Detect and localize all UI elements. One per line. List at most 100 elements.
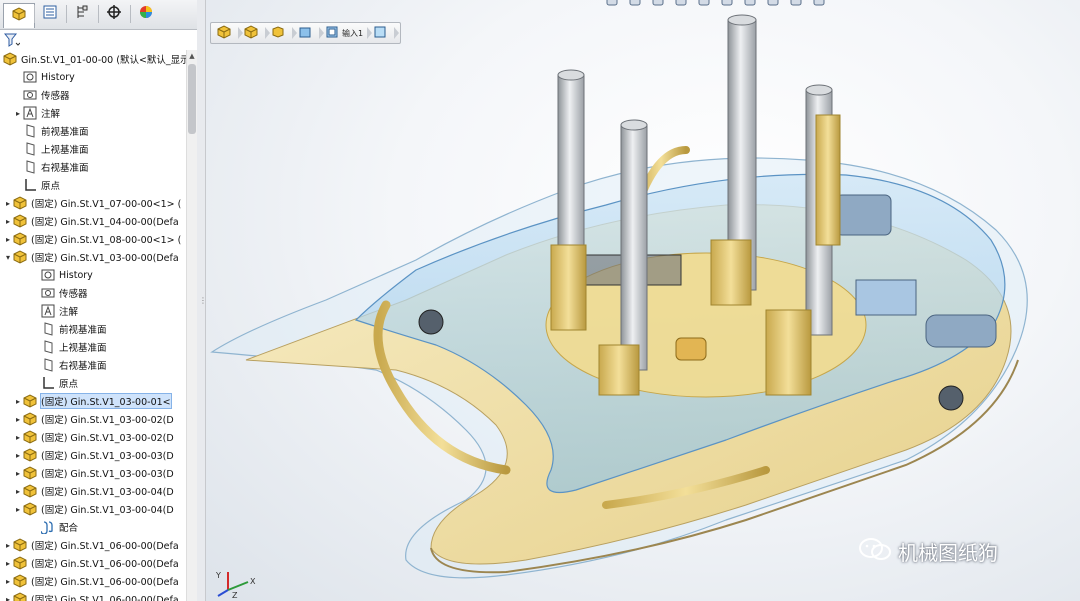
- svg-text:Z: Z: [232, 591, 238, 598]
- tree-row[interactable]: 上视基准面: [32, 338, 107, 356]
- tree-row[interactable]: ▾ (固定) Gin.St.V1_03-00-00(Defa: [4, 248, 179, 266]
- expand-arrow-icon[interactable]: ▸: [4, 559, 12, 568]
- tree-row[interactable]: ▸ (固定) Gin.St.V1_06-00-00(Defa: [4, 536, 179, 554]
- tree-row[interactable]: 右视基准面: [32, 356, 107, 374]
- assembly-icon: [12, 537, 28, 553]
- expand-arrow-icon[interactable]: ▾: [4, 253, 12, 262]
- origin-icon: [22, 177, 38, 193]
- tree-row[interactable]: 右视基准面: [14, 158, 89, 176]
- breadcrumb-item[interactable]: [370, 25, 400, 41]
- expand-arrow-icon[interactable]: ▸: [14, 415, 22, 424]
- tree-row-label: (固定) Gin.St.V1_03-00-00(Defa: [31, 253, 179, 264]
- tab-dimxpert-manager[interactable]: [99, 3, 129, 25]
- configuration-manager-icon: [74, 4, 90, 24]
- tree-row-label: 前视基准面: [59, 325, 107, 336]
- zoom-fit-icon[interactable]: [604, 0, 620, 8]
- assembly-icon: [22, 393, 38, 409]
- tree-row[interactable]: ▸ (固定) Gin.St.V1_03-00-01<: [14, 392, 172, 410]
- expand-arrow-icon[interactable]: ▸: [4, 595, 12, 601]
- tab-display-manager[interactable]: [131, 3, 161, 25]
- tree-row[interactable]: ▸ (固定) Gin.St.V1_03-00-02(D: [14, 428, 174, 446]
- filter-icon[interactable]: [3, 32, 21, 52]
- display-style-icon[interactable]: [719, 0, 735, 8]
- breadcrumb-item[interactable]: [214, 25, 243, 41]
- selection-breadcrumb: 输入1: [210, 22, 402, 44]
- tree-row[interactable]: 传感器: [14, 86, 70, 104]
- edit-appearance-icon[interactable]: [765, 0, 781, 8]
- tree-row[interactable]: ▸ (固定) Gin.St.V1_03-00-04(D: [14, 482, 174, 500]
- expand-arrow-icon[interactable]: ▸: [4, 541, 12, 550]
- expand-arrow-icon[interactable]: ▸: [14, 505, 22, 514]
- section-view-icon[interactable]: [673, 0, 689, 8]
- tree-row[interactable]: 原点: [32, 374, 78, 392]
- scroll-thumb[interactable]: [188, 64, 196, 134]
- expand-arrow-icon[interactable]: ▸: [14, 433, 22, 442]
- tree-row[interactable]: 前视基准面: [14, 122, 89, 140]
- view-orientation-icon[interactable]: [696, 0, 712, 8]
- tree-filter-row: [0, 30, 197, 50]
- display-manager-icon: [138, 4, 154, 24]
- previous-view-icon[interactable]: [650, 0, 666, 8]
- breadcrumb-item[interactable]: [295, 25, 324, 41]
- tree-row[interactable]: 上视基准面: [14, 140, 89, 158]
- tree-row[interactable]: ▸ (固定) Gin.St.V1_03-00-02(D: [14, 410, 174, 428]
- plane-icon: [40, 357, 56, 373]
- tree-row[interactable]: History: [32, 266, 93, 284]
- expand-arrow-icon[interactable]: ▸: [14, 451, 22, 460]
- tree-row[interactable]: ▸ (固定) Gin.St.V1_03-00-04(D: [14, 500, 174, 518]
- expand-arrow-icon[interactable]: ▸: [14, 487, 22, 496]
- tree-row[interactable]: ▸ (固定) Gin.St.V1_04-00-00(Defa: [4, 212, 179, 230]
- zoom-area-icon[interactable]: [627, 0, 643, 8]
- tree-row[interactable]: 配合: [32, 518, 78, 536]
- origin-icon: [40, 375, 56, 391]
- robot-chassis-model[interactable]: [206, 0, 1080, 601]
- tree-row[interactable]: Gin.St.V1_01-00-00 (默认<默认_显示: [2, 50, 190, 68]
- tree-row[interactable]: History: [14, 68, 75, 86]
- scroll-up-arrow-icon[interactable]: ▲: [187, 50, 197, 62]
- expand-arrow-icon[interactable]: ▸: [14, 397, 22, 406]
- splitter-grip-icon[interactable]: ⋮: [199, 296, 207, 310]
- tree-row[interactable]: 传感器: [32, 284, 88, 302]
- tab-feature-manager[interactable]: [3, 3, 35, 28]
- tree-row-label: History: [41, 71, 75, 83]
- tree-row[interactable]: ▸ 注解: [14, 104, 60, 122]
- apply-scene-icon[interactable]: [788, 0, 804, 8]
- tree-row[interactable]: ▸ (固定) Gin.St.V1_03-00-03(D: [14, 464, 174, 482]
- breadcrumb-item[interactable]: 输入1: [322, 25, 373, 41]
- assembly-icon: [12, 591, 28, 601]
- tree-row[interactable]: ▸ (固定) Gin.St.V1_06-00-00(Defa: [4, 572, 179, 590]
- tree-row-label: (固定) Gin.St.V1_03-00-02(D: [41, 415, 174, 426]
- tree-row[interactable]: ▸ (固定) Gin.St.V1_06-00-00(Defa: [4, 554, 179, 572]
- sensor-icon: [40, 285, 56, 301]
- tree-row[interactable]: ▸ (固定) Gin.St.V1_07-00-00<1> (: [4, 194, 181, 212]
- watermark-text: 机械图纸狗: [898, 541, 998, 565]
- expand-arrow-icon[interactable]: ▸: [4, 577, 12, 586]
- watermark: 机械图纸狗: [858, 537, 998, 566]
- expand-arrow-icon[interactable]: ▸: [4, 235, 12, 244]
- breadcrumb-item[interactable]: [268, 25, 297, 41]
- expand-arrow-icon[interactable]: ▸: [4, 199, 12, 208]
- expand-arrow-icon[interactable]: ▸: [4, 217, 12, 226]
- plane-icon: [22, 159, 38, 175]
- expand-arrow-icon[interactable]: ▸: [14, 109, 22, 118]
- tree-row[interactable]: ▸ (固定) Gin.St.V1_03-00-03(D: [14, 446, 174, 464]
- graphics-viewport[interactable]: 输入1 Y X Z 机械图纸狗: [206, 0, 1080, 601]
- tree-row[interactable]: ▸ (固定) Gin.St.V1_06-00-00(Defa: [4, 590, 179, 601]
- tab-configuration-manager[interactable]: [67, 3, 97, 25]
- panel-splitter[interactable]: ⋮: [197, 0, 207, 601]
- annotation-icon: [22, 105, 38, 121]
- tree-row-label: Gin.St.V1_01-00-00 (默认<默认_显示: [21, 55, 190, 66]
- tree-row[interactable]: 注解: [32, 302, 78, 320]
- tree-row[interactable]: 原点: [14, 176, 60, 194]
- tree-row[interactable]: 前视基准面: [32, 320, 107, 338]
- expand-arrow-icon[interactable]: ▸: [14, 469, 22, 478]
- tab-property-manager[interactable]: [35, 3, 65, 25]
- assembly-icon: [12, 231, 28, 247]
- breadcrumb-item[interactable]: [241, 25, 270, 41]
- view-settings-icon[interactable]: [811, 0, 827, 8]
- tree-scrollbar[interactable]: ▲: [186, 50, 197, 601]
- hide-show-icon[interactable]: [742, 0, 758, 8]
- tree-row[interactable]: ▸ (固定) Gin.St.V1_08-00-00<1> (: [4, 230, 181, 248]
- tree-row-label: (固定) Gin.St.V1_03-00-01<: [40, 393, 172, 409]
- tree-row-label: 原点: [41, 181, 61, 192]
